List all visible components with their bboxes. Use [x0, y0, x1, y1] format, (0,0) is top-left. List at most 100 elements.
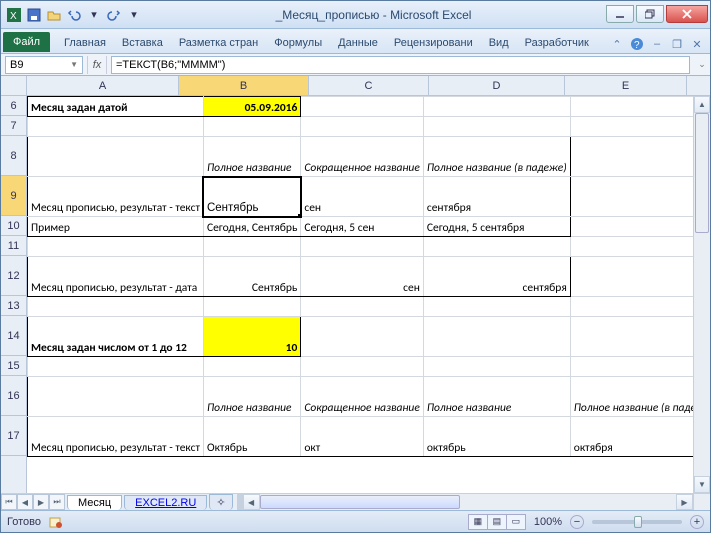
cell-A6[interactable]: Месяц задан датой	[28, 97, 204, 117]
tab-insert[interactable]: Вставка	[114, 32, 171, 53]
col-header-A[interactable]: A	[27, 76, 179, 95]
tab-data[interactable]: Данные	[330, 32, 386, 53]
row-header-9[interactable]: 9	[1, 176, 26, 216]
cell-C11[interactable]	[301, 237, 424, 257]
wb-close-icon[interactable]: ✕	[688, 35, 706, 53]
cell-D9[interactable]: сентября	[423, 177, 570, 217]
col-header-E[interactable]: E	[565, 76, 687, 95]
scroll-down-button[interactable]: ▼	[694, 476, 710, 493]
tab-next-button[interactable]: ▶	[33, 494, 49, 510]
row-header-6[interactable]: 6	[1, 96, 26, 116]
cell-A7[interactable]	[28, 117, 204, 137]
fill-handle[interactable]	[298, 214, 301, 217]
restore-button[interactable]	[636, 5, 664, 23]
tab-developer[interactable]: Разработчик	[517, 32, 597, 53]
cell-E6[interactable]	[570, 97, 693, 117]
open-icon[interactable]	[45, 6, 63, 24]
row-header-16[interactable]: 16	[1, 376, 26, 416]
zoom-out-button[interactable]: −	[570, 515, 584, 529]
name-box[interactable]: B9▼	[5, 56, 83, 74]
cell-E15[interactable]	[570, 357, 693, 377]
hscroll-track[interactable]	[260, 494, 676, 510]
scroll-right-button[interactable]: ▶	[676, 494, 693, 510]
tab-view[interactable]: Вид	[481, 32, 517, 53]
sheet-tab-active[interactable]: Месяц	[67, 495, 122, 510]
cell-C13[interactable]	[301, 297, 424, 317]
cell-D10[interactable]: Сегодня, 5 сентября	[423, 217, 570, 237]
cell-C8[interactable]: Сокращенное название	[301, 137, 424, 177]
page-layout-view-button[interactable]: ▤	[487, 514, 507, 530]
tab-page-layout[interactable]: Разметка стран	[171, 32, 266, 53]
tab-formulas[interactable]: Формулы	[266, 32, 330, 53]
zoom-in-button[interactable]: +	[690, 515, 704, 529]
cell-A11[interactable]	[28, 237, 204, 257]
tab-home[interactable]: Главная	[56, 32, 114, 53]
col-header-C[interactable]: C	[309, 76, 429, 95]
cell-C7[interactable]	[301, 117, 424, 137]
cell-B8[interactable]: Полное название	[203, 137, 300, 177]
cell-B14[interactable]: 10	[203, 317, 300, 357]
cell-D8[interactable]: Полное название (в падеже)	[423, 137, 570, 177]
cell-E14[interactable]	[570, 317, 693, 357]
cell-C15[interactable]	[301, 357, 424, 377]
cell-D17[interactable]: октябрь	[423, 417, 570, 457]
row-header-10[interactable]: 10	[1, 216, 26, 236]
tab-review[interactable]: Рецензировани	[386, 32, 481, 53]
cell-E7[interactable]	[570, 117, 693, 137]
expand-formula-bar-icon[interactable]: ⌄	[694, 59, 710, 70]
scroll-left-button[interactable]: ◀	[243, 494, 260, 510]
cell-A8[interactable]	[28, 137, 204, 177]
help-icon[interactable]: ?	[628, 35, 646, 53]
col-header-B[interactable]: B	[179, 76, 309, 95]
cell-D13[interactable]	[423, 297, 570, 317]
cell-C16[interactable]: Сокращенное название	[301, 377, 424, 417]
save-icon[interactable]	[25, 6, 43, 24]
wb-restore-icon[interactable]: ❐	[668, 35, 686, 53]
cell-D15[interactable]	[423, 357, 570, 377]
new-sheet-tab[interactable]: ✧	[209, 494, 232, 510]
cell-grid[interactable]: Месяц задан датой 05.09.2016 Полное назв…	[27, 96, 693, 493]
undo-icon[interactable]	[65, 6, 83, 24]
scroll-up-button[interactable]: ▲	[694, 96, 710, 113]
cell-E13[interactable]	[570, 297, 693, 317]
cell-D11[interactable]	[423, 237, 570, 257]
cell-A10[interactable]: Пример	[28, 217, 204, 237]
cell-B11[interactable]	[203, 237, 300, 257]
cell-A9[interactable]: Месяц прописью, результат - текст	[28, 177, 204, 217]
cell-D14[interactable]	[423, 317, 570, 357]
cell-B10[interactable]: Сегодня, Сентябрь	[203, 217, 300, 237]
cell-E10[interactable]	[570, 217, 693, 237]
row-header-17[interactable]: 17	[1, 416, 26, 456]
cell-B15[interactable]	[203, 357, 300, 377]
cell-C9[interactable]: сен	[301, 177, 424, 217]
tab-last-button[interactable]: ⏭	[49, 494, 65, 510]
cell-D6[interactable]	[423, 97, 570, 117]
row-header-8[interactable]: 8	[1, 136, 26, 176]
zoom-level[interactable]: 100%	[534, 516, 562, 528]
row-header-12[interactable]: 12	[1, 256, 26, 296]
formula-input[interactable]: =ТЕКСТ(B6;"ММММ")	[111, 56, 690, 74]
row-header-7[interactable]: 7	[1, 116, 26, 136]
cell-A16[interactable]	[28, 377, 204, 417]
cell-E16[interactable]: Полное название (в падеже)	[570, 377, 693, 417]
namebox-dropdown-icon[interactable]: ▼	[70, 60, 78, 69]
cell-A12[interactable]: Месяц прописью, результат - дата	[28, 257, 204, 297]
minimize-button[interactable]	[606, 5, 634, 23]
cell-D7[interactable]	[423, 117, 570, 137]
redo-icon[interactable]	[105, 6, 123, 24]
cell-C12[interactable]: сен	[301, 257, 424, 297]
row-header-13[interactable]: 13	[1, 296, 26, 316]
cell-B7[interactable]	[203, 117, 300, 137]
cell-A17[interactable]: Месяц прописью, результат - текст	[28, 417, 204, 457]
tab-first-button[interactable]: ⏮	[1, 494, 17, 510]
cell-E8[interactable]	[570, 137, 693, 177]
cell-C6[interactable]	[301, 97, 424, 117]
vertical-scrollbar[interactable]: ▲ ▼	[693, 96, 710, 493]
cell-D12[interactable]: сентября	[423, 257, 570, 297]
row-header-11[interactable]: 11	[1, 236, 26, 256]
horizontal-scrollbar[interactable]: ◀ ▶	[243, 494, 693, 510]
minimize-ribbon-icon[interactable]: ⌃	[608, 35, 626, 53]
cell-B13[interactable]	[203, 297, 300, 317]
select-all-corner[interactable]	[1, 76, 27, 96]
row-header-15[interactable]: 15	[1, 356, 26, 376]
